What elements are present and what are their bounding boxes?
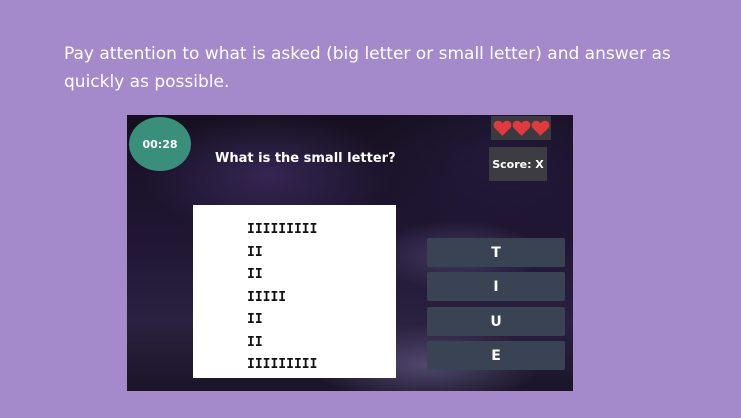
letter-art: IIIIIIIII II II IIIII II II IIIIIIIII	[247, 222, 318, 372]
timer: 00:28	[129, 117, 191, 171]
answer-button-e[interactable]: E	[427, 341, 565, 370]
answer-button-t[interactable]: T	[427, 238, 565, 267]
answer-button-u[interactable]: U	[427, 307, 565, 336]
game-screen: 00:28 What is the small letter? Score: X…	[127, 115, 573, 391]
lives-panel	[491, 116, 551, 140]
heart-icon	[531, 120, 549, 136]
heart-icon	[493, 120, 511, 136]
score-display: Score: X	[489, 147, 547, 181]
instructions-text: Pay attention to what is asked (big lett…	[64, 44, 671, 92]
answer-button-i[interactable]: I	[427, 272, 565, 301]
question-text: What is the small letter?	[215, 151, 396, 166]
heart-icon	[512, 120, 530, 136]
letter-card: IIIIIIIII II II IIIII II II IIIIIIIII	[193, 205, 396, 378]
